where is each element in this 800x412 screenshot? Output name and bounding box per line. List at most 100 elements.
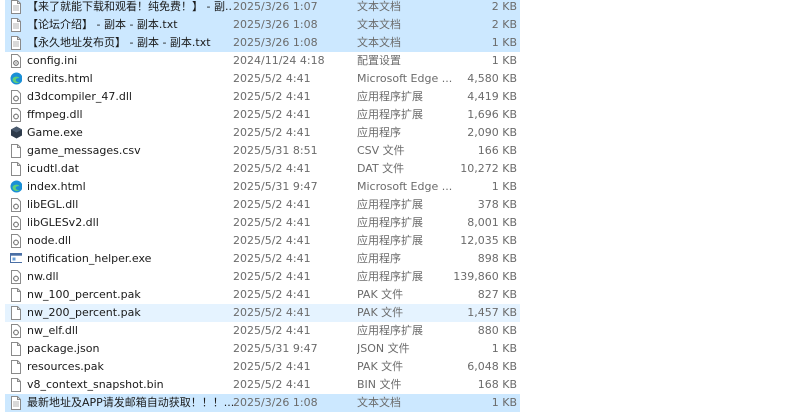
config-file-icon: [10, 54, 22, 68]
file-name: node.dll: [27, 234, 72, 247]
file-type: DAT 文件: [357, 162, 405, 175]
file-size: 1 KB: [491, 36, 517, 49]
file-row[interactable]: icudtl.dat 2025/5/2 4:41 DAT 文件 10,272 KB: [5, 160, 520, 178]
file-name: nw.dll: [27, 270, 59, 283]
file-name: v8_context_snapshot.bin: [27, 378, 164, 391]
file-type: 文本文档: [357, 18, 401, 31]
file-row[interactable]: nw_200_percent.pak 2025/5/2 4:41 PAK 文件 1,4…: [5, 304, 520, 322]
file-type: Microsoft Edge ...: [357, 180, 453, 193]
file-name: 最新地址及APP请发邮箱自动获取！！！...: [27, 396, 233, 409]
dll-file-icon: [10, 90, 22, 104]
file-date-modified: 2025/5/2 4:41: [233, 360, 311, 373]
file-row[interactable]: 【永久地址发布页】 - 副本 - 副本.txt 2025/3/26 1:08 文本文…: [5, 34, 520, 52]
file-type: CSV 文件: [357, 144, 405, 157]
file-type: 应用程序扩展: [357, 270, 423, 283]
file-size: 1 KB: [491, 342, 517, 355]
file-name: 【论坛介绍】 - 副本 - 副本.txt: [27, 18, 178, 31]
file-date-modified: 2025/3/26 1:08: [233, 18, 318, 31]
file-size: 898 KB: [477, 252, 517, 265]
file-size: 4,419 KB: [467, 90, 517, 103]
file-date-modified: 2025/5/2 4:41: [233, 216, 311, 229]
blank-file-icon: [10, 342, 22, 356]
file-row[interactable]: resources.pak 2025/5/2 4:41 PAK 文件 6,048 KB: [5, 358, 520, 376]
file-name: index.html: [27, 180, 86, 193]
file-size: 4,580 KB: [467, 72, 517, 85]
file-list: 【来了就能下载和观看！纯免费！】 - 副... 2025/3/26 1:07 文本文…: [5, 0, 520, 412]
file-name: 【永久地址发布页】 - 副本 - 副本.txt: [27, 36, 211, 49]
dll-file-icon: [10, 324, 22, 338]
file-size: 6,048 KB: [467, 360, 517, 373]
file-row[interactable]: nw_elf.dll 2025/5/2 4:41 应用程序扩展 880 KB: [5, 322, 520, 340]
file-row[interactable]: index.html 2025/5/31 9:47 Microsoft Edge .…: [5, 178, 520, 196]
file-type: PAK 文件: [357, 288, 404, 301]
file-type: 文本文档: [357, 396, 401, 409]
file-row[interactable]: libEGL.dll 2025/5/2 4:41 应用程序扩展 378 KB: [5, 196, 520, 214]
file-type: 应用程序扩展: [357, 90, 423, 103]
file-date-modified: 2025/5/2 4:41: [233, 126, 311, 139]
file-date-modified: 2025/5/31 9:47: [233, 342, 318, 355]
file-size: 378 KB: [477, 198, 517, 211]
file-type: 配置设置: [357, 54, 401, 67]
file-row[interactable]: node.dll 2025/5/2 4:41 应用程序扩展 12,035 KB: [5, 232, 520, 250]
file-date-modified: 2025/5/2 4:41: [233, 288, 311, 301]
edge-icon: [10, 180, 22, 194]
file-size: 2 KB: [491, 18, 517, 31]
file-row[interactable]: v8_context_snapshot.bin 2025/5/2 4:41 BIN …: [5, 376, 520, 394]
file-date-modified: 2025/5/2 4:41: [233, 324, 311, 337]
file-name: nw_elf.dll: [27, 324, 78, 337]
file-row[interactable]: package.json 2025/5/31 9:47 JSON 文件 1 KB: [5, 340, 520, 358]
blank-file-icon: [10, 360, 22, 374]
file-date-modified: 2025/5/2 4:41: [233, 162, 311, 175]
exe-window-icon: [10, 252, 22, 266]
file-name: notification_helper.exe: [27, 252, 152, 265]
file-name: package.json: [27, 342, 100, 355]
file-size: 1 KB: [491, 396, 517, 409]
file-row[interactable]: 最新地址及APP请发邮箱自动获取！！！... 2025/3/26 1:08 文本文档…: [5, 394, 520, 412]
file-type: 文本文档: [357, 0, 401, 13]
file-date-modified: 2025/5/2 4:41: [233, 306, 311, 319]
file-name: Game.exe: [27, 126, 83, 139]
file-size: 10,272 KB: [460, 162, 517, 175]
file-row[interactable]: credits.html 2025/5/2 4:41 Microsoft Edge …: [5, 70, 520, 88]
file-type: 应用程序: [357, 126, 401, 139]
file-date-modified: 2025/5/2 4:41: [233, 198, 311, 211]
file-type: JSON 文件: [357, 342, 410, 355]
blank-file-icon: [10, 162, 22, 176]
file-date-modified: 2025/5/2 4:41: [233, 234, 311, 247]
file-row[interactable]: Game.exe 2025/5/2 4:41 应用程序 2,090 KB: [5, 124, 520, 142]
file-size: 2 KB: [491, 0, 517, 13]
file-row[interactable]: 【来了就能下载和观看！纯免费！】 - 副... 2025/3/26 1:07 文本文…: [5, 0, 520, 16]
file-size: 2,090 KB: [467, 126, 517, 139]
file-date-modified: 2025/3/26 1:08: [233, 396, 318, 409]
file-size: 168 KB: [477, 378, 517, 391]
dll-file-icon: [10, 216, 22, 230]
file-name: resources.pak: [27, 360, 104, 373]
file-row[interactable]: config.ini 2024/11/24 4:18 配置设置 1 KB: [5, 52, 520, 70]
file-size: 1 KB: [491, 54, 517, 67]
file-size: 1,696 KB: [467, 108, 517, 121]
text-file-icon: [10, 0, 22, 14]
file-row[interactable]: 【论坛介绍】 - 副本 - 副本.txt 2025/3/26 1:08 文本文档 2 …: [5, 16, 520, 34]
text-file-icon: [10, 36, 22, 50]
blank-file-icon: [10, 378, 22, 392]
file-date-modified: 2025/5/2 4:41: [233, 378, 311, 391]
file-row[interactable]: libGLESv2.dll 2025/5/2 4:41 应用程序扩展 8,001 KB: [5, 214, 520, 232]
file-row[interactable]: nw.dll 2025/5/2 4:41 应用程序扩展 139,860 KB: [5, 268, 520, 286]
file-row[interactable]: d3dcompiler_47.dll 2025/5/2 4:41 应用程序扩展 4,4…: [5, 88, 520, 106]
file-row[interactable]: nw_100_percent.pak 2025/5/2 4:41 PAK 文件 827…: [5, 286, 520, 304]
file-name: credits.html: [27, 72, 93, 85]
file-row[interactable]: notification_helper.exe 2025/5/2 4:41 应用程序…: [5, 250, 520, 268]
file-size: 1,457 KB: [467, 306, 517, 319]
dll-file-icon: [10, 270, 22, 284]
file-type: Microsoft Edge ...: [357, 72, 453, 85]
file-type: BIN 文件: [357, 378, 402, 391]
file-date-modified: 2025/3/26 1:08: [233, 36, 318, 49]
file-date-modified: 2025/5/2 4:41: [233, 108, 311, 121]
file-type: 文本文档: [357, 36, 401, 49]
blank-file-icon: [10, 288, 22, 302]
file-name: 【来了就能下载和观看！纯免费！】 - 副...: [27, 0, 233, 13]
file-type: PAK 文件: [357, 306, 404, 319]
file-row[interactable]: ffmpeg.dll 2025/5/2 4:41 应用程序扩展 1,696 KB: [5, 106, 520, 124]
dll-file-icon: [10, 108, 22, 122]
file-row[interactable]: game_messages.csv 2025/5/31 8:51 CSV 文件 166…: [5, 142, 520, 160]
